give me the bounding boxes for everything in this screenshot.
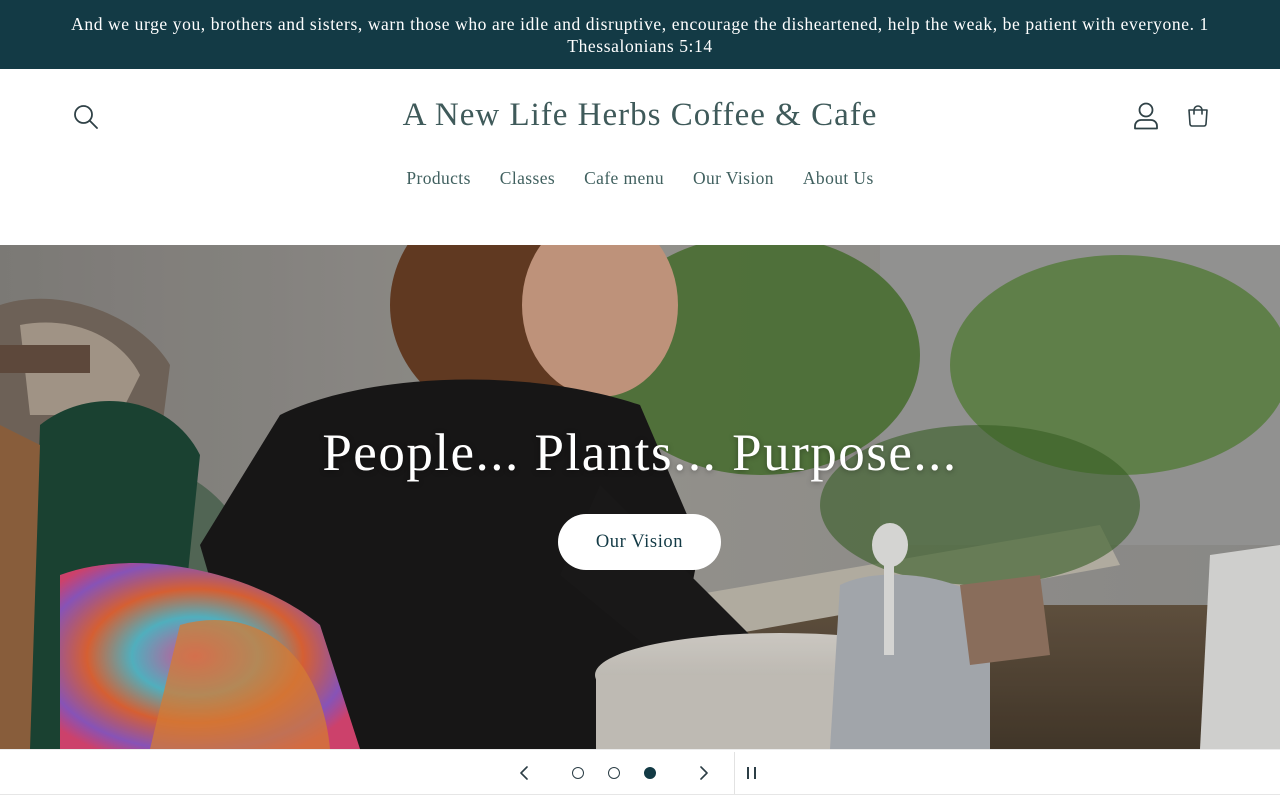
- nav-item-products[interactable]: Products: [392, 168, 485, 189]
- hero-overlay: [0, 245, 1280, 749]
- account-icon: [1134, 102, 1158, 130]
- slide-dot-2[interactable]: [608, 767, 620, 779]
- pause-icon: [747, 767, 756, 779]
- hero-slide: People... Plants... Purpose... Our Visio…: [0, 245, 1280, 749]
- site-title[interactable]: A New Life Herbs Coffee & Cafe: [0, 97, 1280, 134]
- hero-heading: People... Plants... Purpose...: [322, 424, 958, 482]
- chevron-right-icon: [700, 766, 708, 780]
- nav-item-cafe-menu[interactable]: Cafe menu: [570, 168, 679, 189]
- next-slide-button[interactable]: [690, 760, 718, 786]
- main-nav: Products Classes Cafe menu Our Vision Ab…: [0, 168, 1280, 189]
- announcement-bar: And we urge you, brothers and sisters, w…: [0, 0, 1280, 69]
- site-header: A New Life Herbs Coffee & Cafe Products …: [0, 69, 1280, 245]
- cart-button[interactable]: [1182, 100, 1214, 132]
- controls-divider: [734, 752, 735, 794]
- nav-item-our-vision[interactable]: Our Vision: [678, 168, 788, 189]
- previous-slide-button[interactable]: [510, 760, 538, 786]
- announcement-text: And we urge you, brothers and sisters, w…: [71, 13, 1209, 56]
- slider-controls: [0, 749, 1280, 795]
- slide-dot-1[interactable]: [572, 767, 584, 779]
- nav-item-about-us[interactable]: About Us: [788, 168, 888, 189]
- chevron-left-icon: [520, 766, 528, 780]
- pause-slideshow-button[interactable]: [740, 761, 764, 785]
- account-button[interactable]: [1130, 100, 1162, 132]
- slide-dot-3[interactable]: [644, 767, 656, 779]
- cart-icon: [1188, 105, 1208, 127]
- nav-item-classes[interactable]: Classes: [485, 168, 569, 189]
- our-vision-button[interactable]: Our Vision: [558, 514, 721, 570]
